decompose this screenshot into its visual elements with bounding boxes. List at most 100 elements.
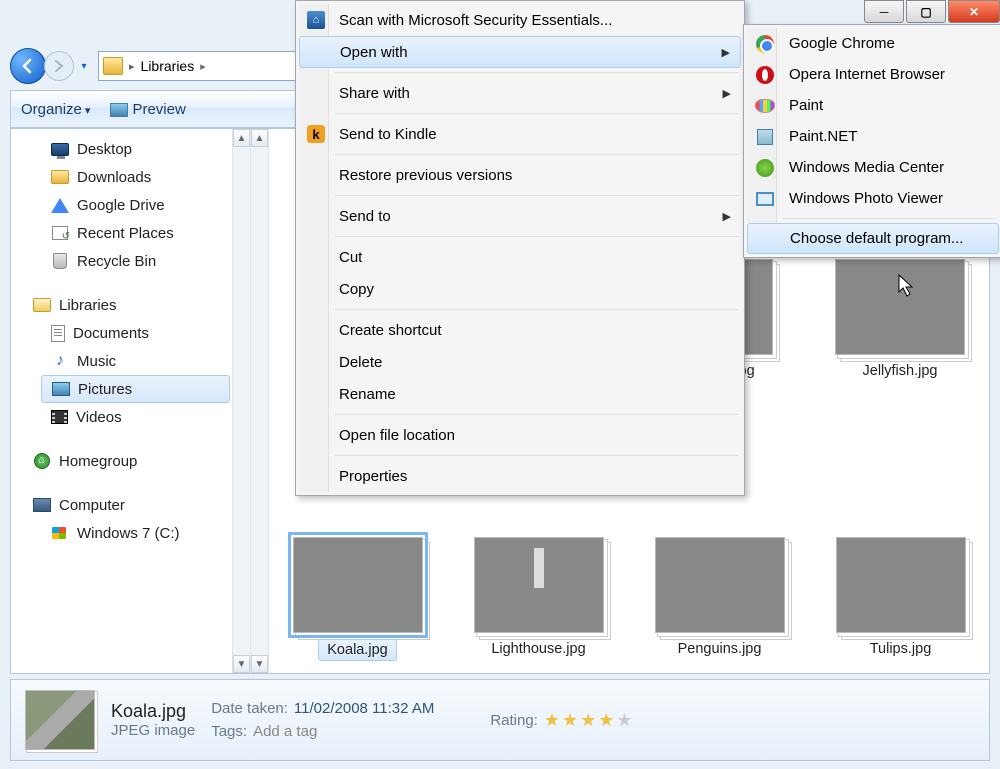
sidebar-item-google-drive[interactable]: Google Drive [11,191,250,219]
nav-history-dropdown[interactable]: ▾ [76,57,92,75]
submenu-item-google-chrome[interactable]: Google Chrome [747,28,999,59]
scroll-up-icon[interactable]: ▲ [251,129,268,147]
preview-button[interactable]: Preview [110,101,185,118]
content-scrollbar[interactable]: ▲ ▼ [251,129,269,673]
forward-arrow-icon [52,59,66,73]
back-button[interactable] [10,48,46,84]
submenu-arrow-icon: ▶ [723,87,731,100]
doc-icon [51,325,65,342]
date-taken-value[interactable]: 11/02/2008 11:32 AM [294,700,434,717]
back-arrow-icon [19,57,37,75]
sidebar-item-drive[interactable]: Windows 7 (C:) [11,519,250,547]
menu-item-label: Send to Kindle [339,126,437,143]
menu-separator [335,455,738,456]
sidebar-item-videos[interactable]: Videos [11,403,250,431]
sidebar-item-label: Recent Places [77,225,174,242]
menu-item-label: Scan with Microsoft Security Essentials.… [339,12,612,29]
menu-item-delete[interactable]: Delete [299,346,741,378]
file-thumbnail[interactable]: Lighthouse.jpg [462,537,615,661]
details-filetype: JPEG image [111,722,195,739]
submenu-item-windows-photo-viewer[interactable]: Windows Photo Viewer [747,183,999,214]
preview-icon [110,103,128,117]
submenu-item-paint-net[interactable]: Paint.NET [747,121,999,152]
menu-item-share-with[interactable]: Share with ▶ [299,77,741,109]
sidebar-item-recent-places[interactable]: Recent Places [11,219,250,247]
sidebar-item-desktop[interactable]: Desktop [11,135,250,163]
homegroup-icon [34,453,50,469]
tags-value[interactable]: Add a tag [253,723,317,740]
menu-item-label: Cut [339,249,362,266]
sidebar-item-music[interactable]: Music [11,347,250,375]
gdrive-icon [51,198,69,213]
menu-item-label: Share with [339,85,410,102]
submenu-item-label: Paint [789,97,823,114]
thumbnail-image [655,537,785,633]
menu-item-send-to[interactable]: Send to▶ [299,200,741,232]
sidebar-item-documents[interactable]: Documents [11,319,250,347]
open-with-submenu: Google ChromeOpera Internet Browser Paint… [743,24,1000,258]
sidebar-item-label: Music [77,353,116,370]
close-button[interactable]: ✕ [948,0,1000,23]
navigation-pane: DesktopDownloadsGoogle Drive Recent Place… [11,129,251,673]
maximize-button[interactable]: ▢ [906,0,946,23]
menu-item-scan-with-microsoft-security-essentials[interactable]: Scan with Microsoft Security Essentials.… [299,4,741,36]
menu-item-restore-previous-versions[interactable]: Restore previous versions [299,159,741,191]
folder-icon [51,170,69,184]
breadcrumb-separator: ▸ [127,60,137,73]
sidebar-item-pictures[interactable]: Pictures [41,375,230,403]
scroll-up-icon[interactable]: ▲ [233,129,250,147]
rating-label: Rating: [490,712,538,729]
menu-item-create-shortcut[interactable]: Create shortcut [299,314,741,346]
sidebar-group-computer[interactable]: Computer [11,491,250,519]
details-pane: Koala.jpg JPEG image Date taken: 11/02/2… [10,679,990,761]
organize-button[interactable]: Organize [21,101,90,118]
details-filename: Koala.jpg [111,701,195,722]
menu-separator [335,309,738,310]
menu-item-label: Delete [339,354,382,371]
mouse-cursor-icon [898,274,918,300]
menu-separator [335,236,738,237]
minimize-button[interactable]: ─ [864,0,904,23]
sidebar-group-homegroup[interactable]: Homegroup [11,447,250,475]
menu-separator [335,154,738,155]
sidebar-scrollbar[interactable]: ▲ ▼ [232,129,250,673]
menu-item-properties[interactable]: Properties [299,460,741,492]
breadcrumb-segment[interactable]: Libraries [141,58,195,74]
menu-item-send-to-kindle[interactable]: kSend to Kindle [299,118,741,150]
submenu-item-label: Paint.NET [789,128,857,145]
file-thumbnail[interactable]: Koala.jpg [281,537,434,661]
menu-item-open-with[interactable]: Open with▶ [299,36,741,68]
thumbnail-image [293,537,423,633]
date-taken-label: Date taken: [211,700,288,717]
sidebar-item-downloads[interactable]: Downloads [11,163,250,191]
menu-item-label: Rename [339,386,396,403]
window-controls: ─ ▢ ✕ [862,0,1000,26]
sidebar-group-libraries[interactable]: Libraries [11,291,250,319]
menu-separator [335,72,738,73]
sidebar-item-label: Pictures [78,381,132,398]
file-thumbnail[interactable]: Penguins.jpg [643,537,796,661]
submenu-item-paint[interactable]: Paint [747,90,999,121]
menu-item-rename[interactable]: Rename [299,378,741,410]
maximize-icon: ▢ [920,5,931,19]
rating-stars[interactable]: ★★★★★ [544,710,635,731]
forward-button[interactable] [44,51,74,81]
file-name-label: Penguins.jpg [670,639,770,659]
file-name-label: Koala.jpg [318,639,396,661]
submenu-item-label: Windows Photo Viewer [789,190,943,207]
libraries-icon [33,298,51,312]
sidebar-item-recycle-bin[interactable]: Recycle Bin [11,247,250,275]
submenu-item-opera-internet-browser[interactable]: Opera Internet Browser [747,59,999,90]
scroll-down-icon[interactable]: ▼ [251,655,268,673]
details-thumbnail [25,690,95,750]
submenu-item-choose-default[interactable]: Choose default program... [747,223,999,254]
chrome-icon [755,34,775,54]
menu-item-copy[interactable]: Copy [299,273,741,305]
submenu-item-windows-media-center[interactable]: Windows Media Center [747,152,999,183]
submenu-item-label: Windows Media Center [789,159,944,176]
scroll-down-icon[interactable]: ▼ [233,655,250,673]
file-thumbnail[interactable]: Tulips.jpg [824,537,977,661]
menu-item-open-file-location[interactable]: Open file location [299,419,741,451]
menu-item-cut[interactable]: Cut [299,241,741,273]
thumbnail-image [474,537,604,633]
